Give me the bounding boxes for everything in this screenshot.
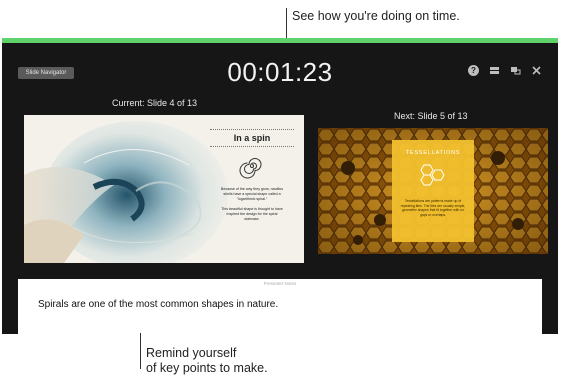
notes-callout-line-1: Remind yourself [146,346,237,360]
current-slide-body-1: Because of the way they grow, nautilus s… [220,187,284,201]
presenter-notes-panel[interactable]: Presenter Notes Spirals are one of the m… [18,279,542,335]
current-slide-body-2: This beautiful shape is thought to have … [221,207,283,221]
spiral-icon [239,158,262,179]
current-slide[interactable]: In a spin Because of the way they grow, … [24,115,304,263]
current-slide-text: In a spin Because of the way they grow, … [210,129,294,222]
notes-callout-line-2: of key points to make. [146,361,268,375]
presenter-display: Slide Navigator 00:01:23 ? Current: Slid… [2,38,558,335]
close-icon[interactable] [531,65,542,76]
presenter-notes-text[interactable]: Spirals are one of the most common shape… [38,299,278,310]
next-slide-title: TESSELLATIONS [405,150,461,156]
next-slide-text: TESSELLATIONS Tessellations are patterns… [392,140,474,217]
next-slide[interactable]: TESSELLATIONS Tessellations are patterns… [318,128,548,254]
current-slide-label: Current: Slide 4 of 13 [112,98,198,108]
help-icon[interactable]: ? [468,65,479,76]
toolbar-icons: ? [468,65,542,76]
timer-callout: See how you're doing on time. [292,9,460,23]
top-callout-line [286,8,287,40]
notes-callout: Remind yourself of key points to make. [146,346,268,376]
bottom-callout-line [140,333,141,369]
display-icon[interactable] [510,65,521,76]
presenter-notes-header: Presenter Notes [263,281,297,286]
current-slide-title: In a spin [233,133,271,143]
hexagon-icon [420,164,445,186]
layout-icon[interactable] [489,65,500,76]
next-slide-label: Next: Slide 5 of 13 [394,111,468,121]
next-slide-body: Tessellations are patterns made up of re… [400,199,466,217]
